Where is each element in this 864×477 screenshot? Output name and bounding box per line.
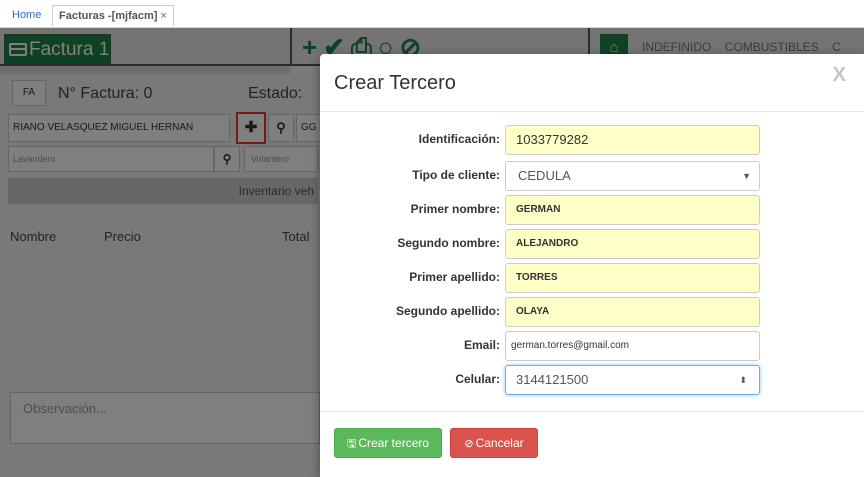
close-icon[interactable]: X <box>833 64 846 87</box>
segundo-apellido-field[interactable]: OLAYA <box>505 297 760 327</box>
email-field[interactable]: german.torres@gmail.com <box>505 331 760 361</box>
ban-icon: ⊘ <box>464 438 474 450</box>
identificacion-label: Identificación: <box>418 132 500 146</box>
celular-label: Celular: <box>455 372 500 386</box>
segundo-nombre-field[interactable]: ALEJANDRO <box>505 229 760 259</box>
save-icon: 🖫 <box>346 438 357 450</box>
spinner-icon[interactable]: ⬍ <box>739 366 747 394</box>
primer-nombre-row: Primer nombre: GERMAN <box>320 195 864 225</box>
segundo-nombre-row: Segundo nombre: ALEJANDRO <box>320 229 864 259</box>
crear-tercero-button[interactable]: 🖫 Crear tercero <box>334 428 442 458</box>
modal-header: Crear Tercero X <box>320 54 864 112</box>
tipo-cliente-row: Tipo de cliente: CEDULA ▼ <box>320 161 864 191</box>
celular-value: 3144121500 <box>516 372 589 387</box>
segundo-nombre-label: Segundo nombre: <box>397 236 500 250</box>
primer-apellido-row: Primer apellido: TORRES <box>320 263 864 293</box>
primer-apellido-label: Primer apellido: <box>409 270 500 284</box>
segundo-apellido-label: Segundo apellido: <box>396 304 500 318</box>
segundo-apellido-row: Segundo apellido: OLAYA <box>320 297 864 327</box>
celular-field[interactable]: 3144121500 ⬍ <box>505 365 760 395</box>
primer-apellido-field[interactable]: TORRES <box>505 263 760 293</box>
tipo-cliente-value: CEDULA <box>518 168 571 183</box>
tab-facturas[interactable]: Facturas -[mjfacm] × <box>52 5 174 27</box>
crear-tercero-modal: Crear Tercero X Identificación: 10337792… <box>320 54 864 477</box>
identificacion-field[interactable]: 1033779282 <box>505 125 760 155</box>
primer-nombre-field[interactable]: GERMAN <box>505 195 760 225</box>
tab-facturas-label: Facturas -[mjfacm] <box>59 10 158 22</box>
modal-footer: 🖫 Crear tercero ⊘ Cancelar <box>320 411 864 477</box>
tab-bar: Home Facturas -[mjfacm] × <box>0 0 864 28</box>
tipo-cliente-label: Tipo de cliente: <box>412 168 500 182</box>
tipo-cliente-select[interactable]: CEDULA ▼ <box>505 161 760 191</box>
primer-nombre-label: Primer nombre: <box>410 202 500 216</box>
cancelar-label: Cancelar <box>475 436 524 450</box>
email-row: Email: german.torres@gmail.com <box>320 331 864 361</box>
modal-title: Crear Tercero <box>334 72 456 94</box>
email-label: Email: <box>463 338 500 352</box>
crear-tercero-label: Crear tercero <box>358 436 430 450</box>
identificacion-row: Identificación: 1033779282 <box>320 125 864 155</box>
tab-home[interactable]: Home <box>6 5 47 27</box>
tab-close-icon[interactable]: × <box>160 10 166 22</box>
cancelar-button[interactable]: ⊘ Cancelar <box>450 428 538 458</box>
chevron-down-icon: ▼ <box>742 171 751 181</box>
celular-row: Celular: 3144121500 ⬍ <box>320 365 864 395</box>
